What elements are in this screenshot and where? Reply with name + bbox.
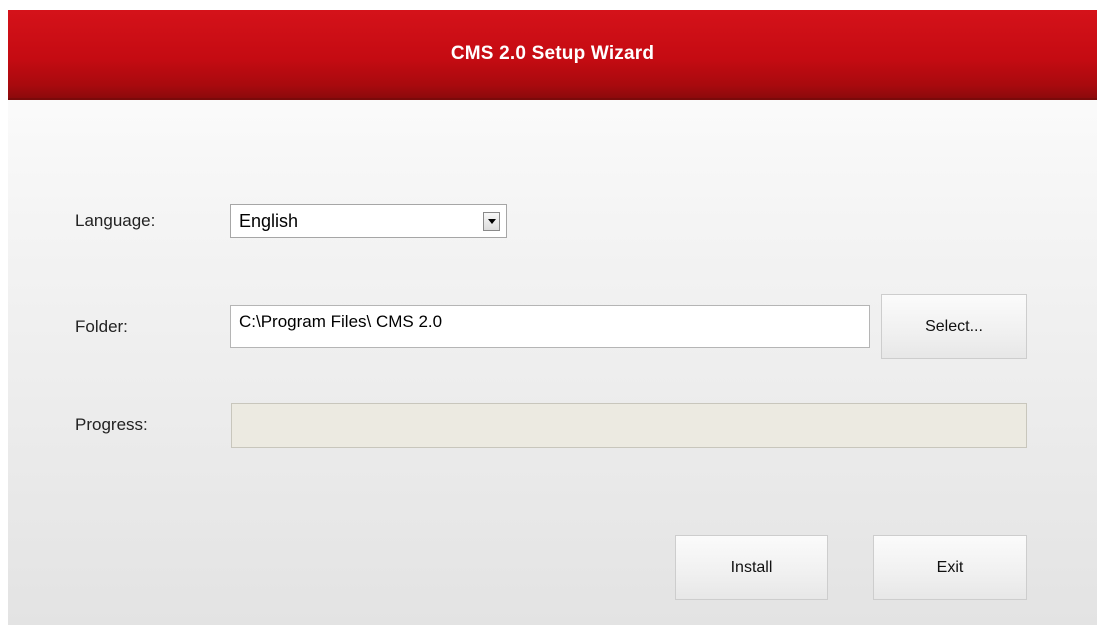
language-label: Language: xyxy=(75,211,156,230)
language-dropdown[interactable]: English xyxy=(230,204,507,238)
page: CMS 2.0 Setup Wizard Language: English F… xyxy=(0,0,1105,625)
install-button[interactable]: Install xyxy=(675,535,828,600)
exit-button[interactable]: Exit xyxy=(873,535,1027,600)
select-folder-button[interactable]: Select... xyxy=(881,294,1027,359)
setup-window: CMS 2.0 Setup Wizard Language: English F… xyxy=(8,10,1097,625)
title-bar: CMS 2.0 Setup Wizard xyxy=(8,10,1097,100)
chevron-down-icon xyxy=(487,218,496,224)
progress-label: Progress: xyxy=(75,415,148,434)
dropdown-arrow-button[interactable] xyxy=(483,211,500,231)
window-title: CMS 2.0 Setup Wizard xyxy=(450,43,655,64)
folder-path-input[interactable]: C:\Program Files\ CMS 2.0 xyxy=(230,305,870,348)
folder-label: Folder: xyxy=(75,317,128,336)
progress-bar xyxy=(231,403,1027,448)
language-selected-value: English xyxy=(239,210,299,231)
